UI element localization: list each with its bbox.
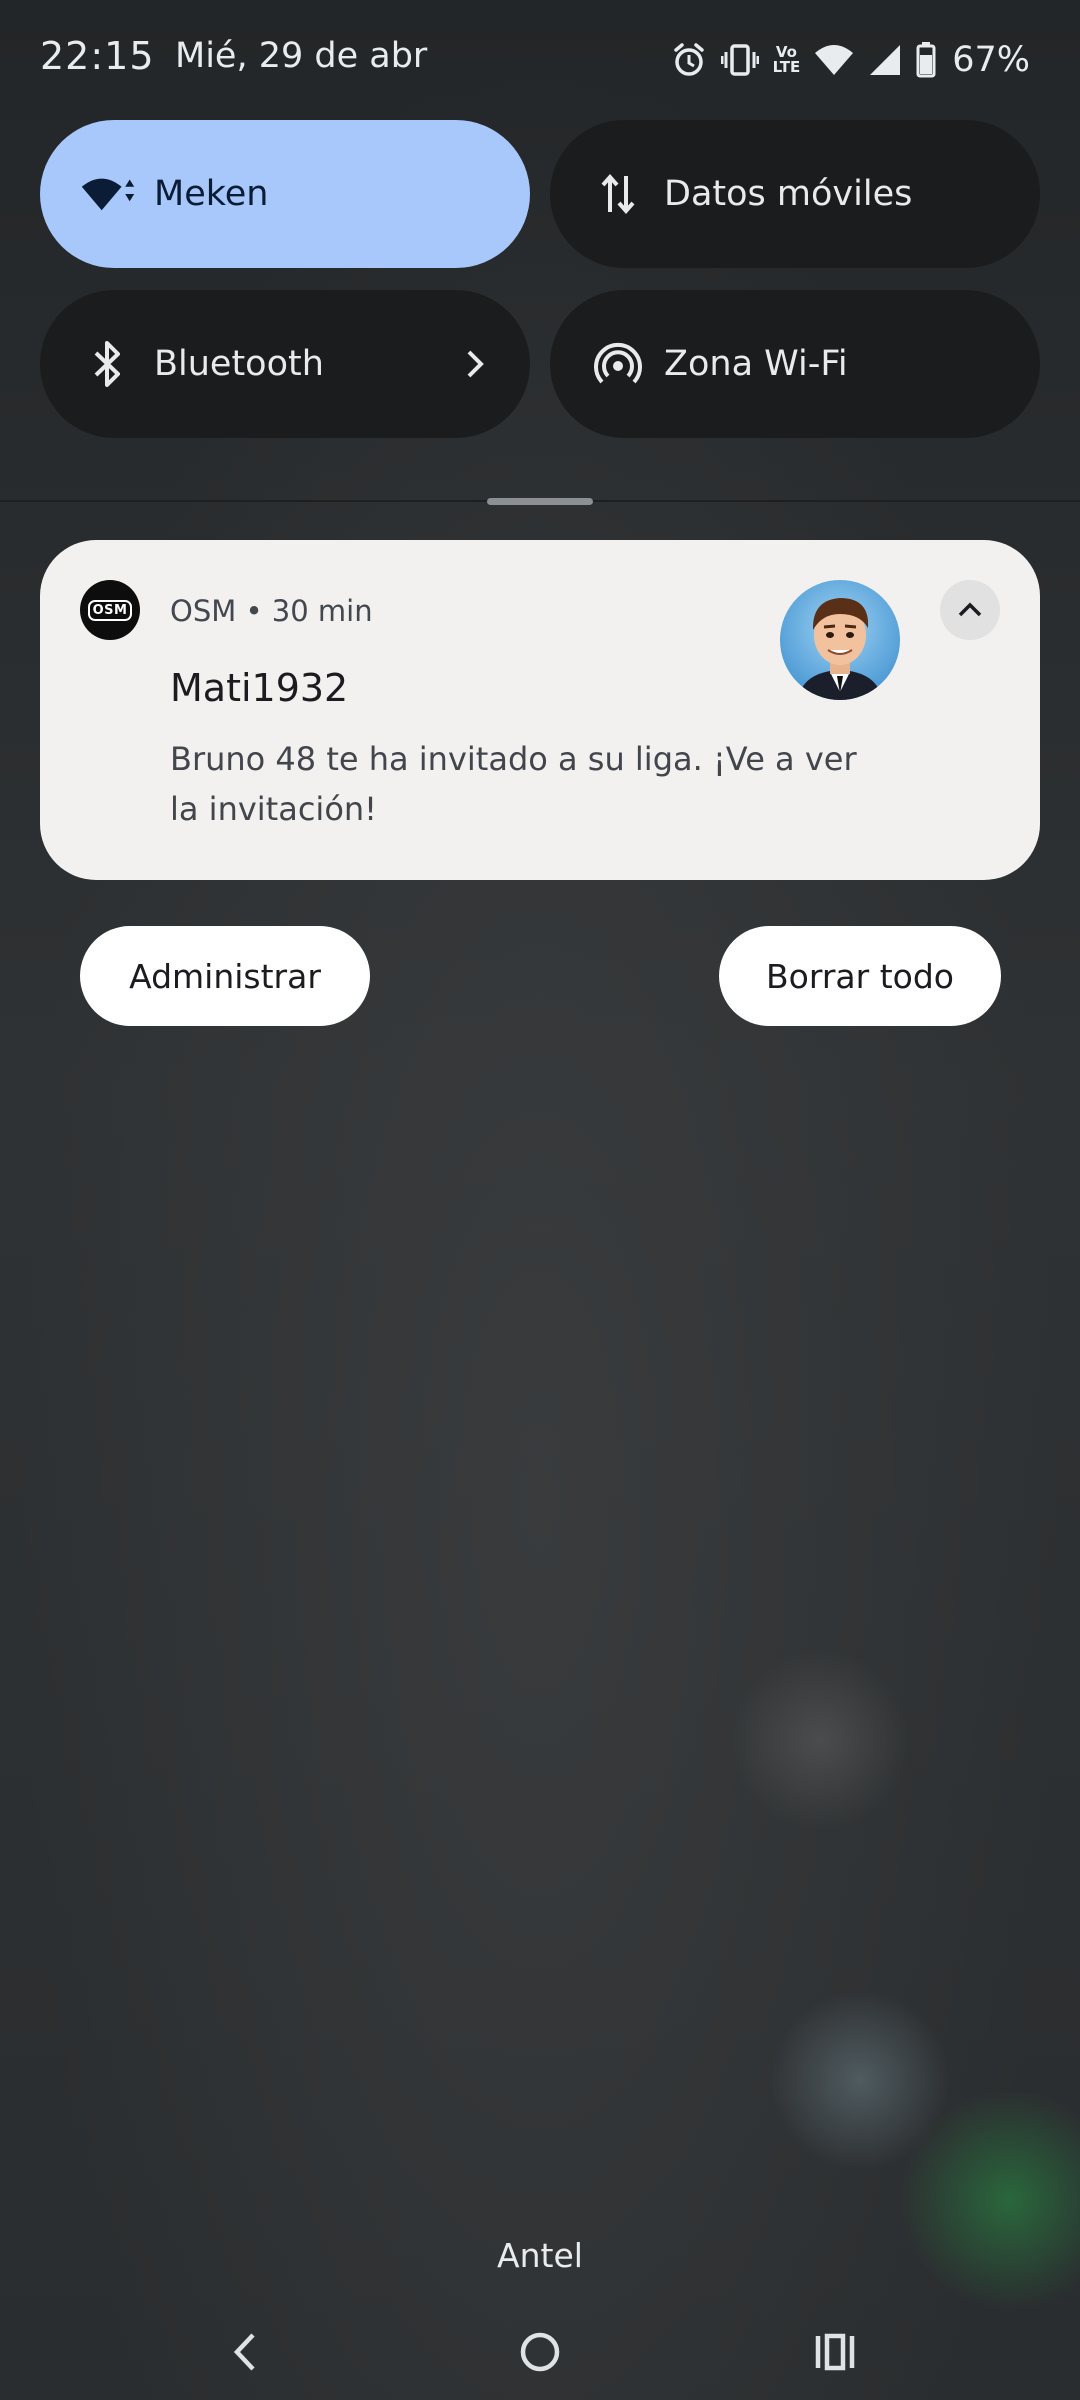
tile-wifi[interactable]: Meken bbox=[40, 120, 530, 268]
navigation-bar bbox=[0, 2300, 1080, 2400]
notification-card[interactable]: OSM OSM • 30 min Mati1932 Bruno 48 te ha… bbox=[40, 540, 1040, 880]
wifi-icon bbox=[80, 166, 136, 222]
tile-hotspot[interactable]: Zona Wi-Fi bbox=[550, 290, 1040, 438]
hotspot-icon bbox=[590, 336, 646, 392]
tile-mobile-data-label: Datos móviles bbox=[664, 174, 913, 214]
home-icon bbox=[520, 2332, 560, 2372]
status-icons: Vo LTE 67% bbox=[671, 38, 1030, 82]
tile-bluetooth-label: Bluetooth bbox=[154, 344, 324, 384]
clear-all-button[interactable]: Borrar todo bbox=[719, 926, 1001, 1026]
battery-percent: 67% bbox=[952, 40, 1030, 80]
volte-icon: Vo LTE bbox=[773, 45, 801, 75]
notification-title: Mati1932 bbox=[170, 666, 349, 710]
notification-body: Bruno 48 te ha invitado a su liga. ¡Ve a… bbox=[170, 740, 857, 828]
expand-button[interactable] bbox=[940, 580, 1000, 640]
app-icon: OSM bbox=[80, 580, 140, 640]
data-arrows-icon bbox=[590, 166, 646, 222]
carrier-label: Antel bbox=[497, 2236, 583, 2275]
bluetooth-icon bbox=[80, 336, 136, 392]
app-icon-label: OSM bbox=[87, 599, 133, 621]
tile-hotspot-label: Zona Wi-Fi bbox=[664, 344, 848, 384]
vibrate-icon bbox=[720, 42, 759, 78]
recents-button[interactable] bbox=[805, 2322, 865, 2382]
chevron-up-icon bbox=[958, 602, 982, 617]
alarm-icon bbox=[671, 42, 707, 78]
status-date: Mié, 29 de abr bbox=[175, 36, 428, 76]
status-time: 22:15 bbox=[40, 34, 155, 78]
volte-label-bottom: LTE bbox=[772, 58, 801, 76]
tile-wifi-label: Meken bbox=[154, 174, 269, 214]
battery-icon bbox=[916, 42, 936, 78]
cell-signal-icon bbox=[868, 43, 902, 77]
recents-icon bbox=[815, 2333, 855, 2371]
back-icon bbox=[233, 2333, 255, 2371]
chevron-right-icon[interactable] bbox=[460, 344, 490, 384]
wifi-icon bbox=[814, 43, 854, 77]
notification-meta: OSM • 30 min bbox=[170, 594, 373, 628]
status-bar: 22:15 Mié, 29 de abr Vo LTE 67% bbox=[0, 0, 1080, 118]
back-button[interactable] bbox=[215, 2322, 275, 2382]
tile-mobile-data[interactable]: Datos móviles bbox=[550, 120, 1040, 268]
tile-bluetooth[interactable]: Bluetooth bbox=[40, 290, 530, 438]
home-button[interactable] bbox=[510, 2322, 570, 2382]
drag-handle[interactable] bbox=[487, 498, 593, 505]
avatar bbox=[780, 580, 900, 700]
manage-button[interactable]: Administrar bbox=[80, 926, 370, 1026]
